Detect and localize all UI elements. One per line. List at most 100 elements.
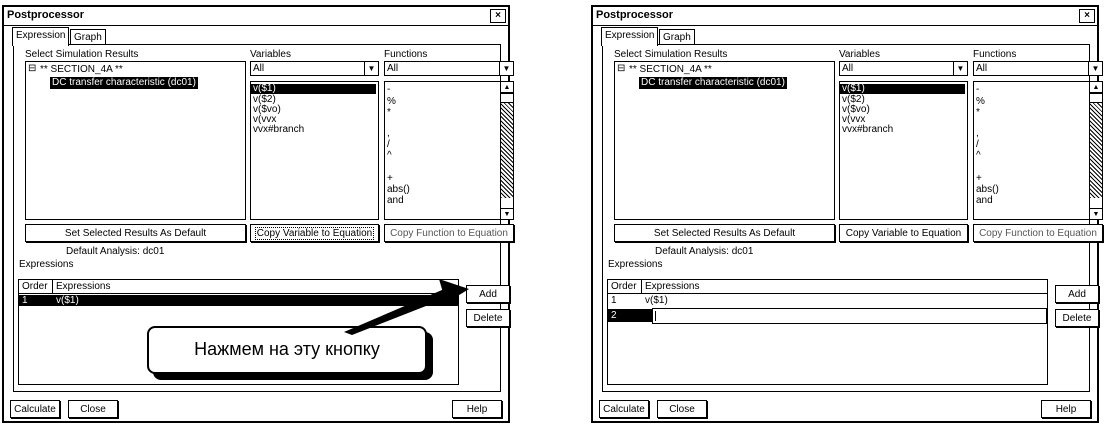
- column-expressions[interactable]: Expressions: [56, 282, 110, 292]
- functions-filter-value: All: [387, 63, 399, 74]
- close-icon[interactable]: ×: [490, 9, 506, 23]
- title-bar: Postprocessor ×: [4, 7, 508, 26]
- function-item[interactable]: ,: [387, 129, 390, 139]
- tab-expression[interactable]: Expression: [12, 27, 70, 46]
- table-header: Order Expressions: [608, 280, 1047, 294]
- help-button[interactable]: Help: [452, 400, 502, 418]
- function-item[interactable]: -: [976, 85, 979, 95]
- copy-variable-button[interactable]: Copy Variable to Equation: [250, 224, 379, 242]
- close-button[interactable]: Close: [657, 400, 707, 418]
- functions-scrollbar[interactable]: ▲ ▼: [1089, 82, 1102, 219]
- function-item[interactable]: ^: [976, 151, 981, 161]
- expressions-label: Expressions: [608, 259, 663, 270]
- scroll-track[interactable]: [501, 103, 513, 198]
- variables-filter-select[interactable]: All ▼: [839, 61, 968, 76]
- calculate-button[interactable]: Calculate: [10, 400, 60, 418]
- tree-collapse-icon[interactable]: ⊟: [617, 64, 625, 74]
- variables-list[interactable]: v($1) v($2) v($vo) v(vvx vvx#branch: [250, 81, 379, 220]
- scroll-thumb[interactable]: [501, 93, 513, 103]
- add-button[interactable]: Add: [1055, 285, 1099, 303]
- chevron-down-icon[interactable]: ▼: [364, 62, 378, 75]
- select-results-label: Select Simulation Results: [25, 49, 139, 60]
- function-item[interactable]: abs(): [976, 185, 999, 195]
- results-tree[interactable]: ⊟ ** SECTION_4A ** DC transfer character…: [25, 61, 246, 220]
- scroll-down-icon[interactable]: ▼: [501, 208, 513, 219]
- function-item[interactable]: *: [387, 108, 391, 118]
- copy-variable-label: Copy Variable to Equation: [254, 227, 375, 240]
- function-item[interactable]: and: [976, 196, 993, 206]
- tree-root-item[interactable]: ** SECTION_4A **: [629, 65, 712, 75]
- row-order-cell: 2: [608, 309, 652, 322]
- functions-filter-select[interactable]: All ▼: [384, 61, 514, 76]
- tree-child-item[interactable]: DC transfer characteristic (dc01): [639, 77, 787, 89]
- set-default-results-button[interactable]: Set Selected Results As Default: [25, 224, 246, 242]
- variable-item[interactable]: vvx#branch: [253, 125, 304, 135]
- variable-item[interactable]: v($1): [251, 84, 376, 94]
- close-icon[interactable]: ×: [1079, 9, 1095, 23]
- function-item[interactable]: /: [976, 140, 979, 150]
- results-tree[interactable]: ⊟ ** SECTION_4A ** DC transfer character…: [614, 61, 835, 220]
- functions-list[interactable]: - % * , / ^ + abs() and ▲ ▼: [973, 81, 1103, 220]
- table-row[interactable]: 1 v($1): [608, 295, 1047, 306]
- column-expressions[interactable]: Expressions: [645, 282, 699, 292]
- copy-variable-button[interactable]: Copy Variable to Equation: [839, 224, 968, 242]
- function-item[interactable]: -: [387, 85, 390, 95]
- functions-list[interactable]: - % * , / ^ + abs() and ▲ ▼: [384, 81, 514, 220]
- functions-filter-select[interactable]: All ▼: [973, 61, 1103, 76]
- expressions-table[interactable]: Order Expressions 1 v($1) 2: [607, 279, 1048, 385]
- calculate-button[interactable]: Calculate: [599, 400, 649, 418]
- tab-expression[interactable]: Expression: [601, 27, 659, 46]
- select-results-label: Select Simulation Results: [614, 49, 728, 60]
- expression-edit-input[interactable]: [652, 308, 1047, 324]
- variables-list[interactable]: v($1) v($2) v($vo) v(vvx vvx#branch: [839, 81, 968, 220]
- variable-item[interactable]: v($1): [840, 84, 965, 94]
- function-item[interactable]: +: [387, 174, 393, 184]
- row-expression: v($1): [56, 295, 79, 306]
- scroll-thumb[interactable]: [1090, 93, 1102, 103]
- function-item[interactable]: %: [387, 97, 396, 107]
- default-analysis-text: Default Analysis: dc01: [66, 246, 165, 257]
- variables-label: Variables: [250, 49, 291, 60]
- column-order[interactable]: Order: [22, 282, 48, 292]
- scroll-up-icon[interactable]: ▲: [1090, 82, 1102, 93]
- chevron-down-icon[interactable]: ▼: [499, 62, 513, 75]
- variable-item[interactable]: vvx#branch: [842, 125, 893, 135]
- title-bar: Postprocessor ×: [593, 7, 1097, 26]
- functions-scrollbar[interactable]: ▲ ▼: [500, 82, 513, 219]
- scroll-track[interactable]: [1090, 103, 1102, 198]
- function-item[interactable]: %: [976, 97, 985, 107]
- function-item[interactable]: ^: [387, 151, 392, 161]
- copy-function-button[interactable]: Copy Function to Equation: [973, 224, 1103, 242]
- function-item[interactable]: +: [976, 174, 982, 184]
- delete-button[interactable]: Delete: [1055, 309, 1099, 327]
- function-item[interactable]: /: [387, 140, 390, 150]
- copy-function-button[interactable]: Copy Function to Equation: [384, 224, 514, 242]
- chevron-down-icon[interactable]: ▼: [1088, 62, 1102, 75]
- function-item[interactable]: and: [387, 196, 404, 206]
- row-expression: v($1): [645, 295, 668, 306]
- chevron-down-icon[interactable]: ▼: [953, 62, 967, 75]
- tree-collapse-icon[interactable]: ⊟: [28, 64, 36, 74]
- window-title: Postprocessor: [7, 9, 85, 21]
- scroll-down-icon[interactable]: ▼: [1090, 208, 1102, 219]
- postprocessor-window-right: Postprocessor × Expression Graph Select …: [591, 5, 1103, 423]
- close-button[interactable]: Close: [68, 400, 118, 418]
- column-order[interactable]: Order: [611, 282, 637, 292]
- help-button[interactable]: Help: [1041, 400, 1091, 418]
- function-item[interactable]: *: [976, 108, 980, 118]
- table-row[interactable]: 2: [608, 308, 1047, 324]
- scroll-up-icon[interactable]: ▲: [501, 82, 513, 93]
- variables-filter-select[interactable]: All ▼: [250, 61, 379, 76]
- postprocessor-window-left: Postprocessor × Expression Graph Select …: [2, 5, 514, 423]
- window-title: Postprocessor: [596, 9, 674, 21]
- function-item[interactable]: ,: [976, 129, 979, 139]
- tree-root-item[interactable]: ** SECTION_4A **: [40, 65, 123, 75]
- function-item[interactable]: abs(): [387, 185, 410, 195]
- tree-child-item[interactable]: DC transfer characteristic (dc01): [50, 77, 198, 89]
- variables-filter-value: All: [842, 63, 854, 74]
- tab-graph[interactable]: Graph: [70, 29, 106, 45]
- row-order: 2: [611, 310, 617, 321]
- set-default-results-button[interactable]: Set Selected Results As Default: [614, 224, 835, 242]
- tab-graph[interactable]: Graph: [659, 29, 695, 45]
- variables-filter-value: All: [253, 63, 265, 74]
